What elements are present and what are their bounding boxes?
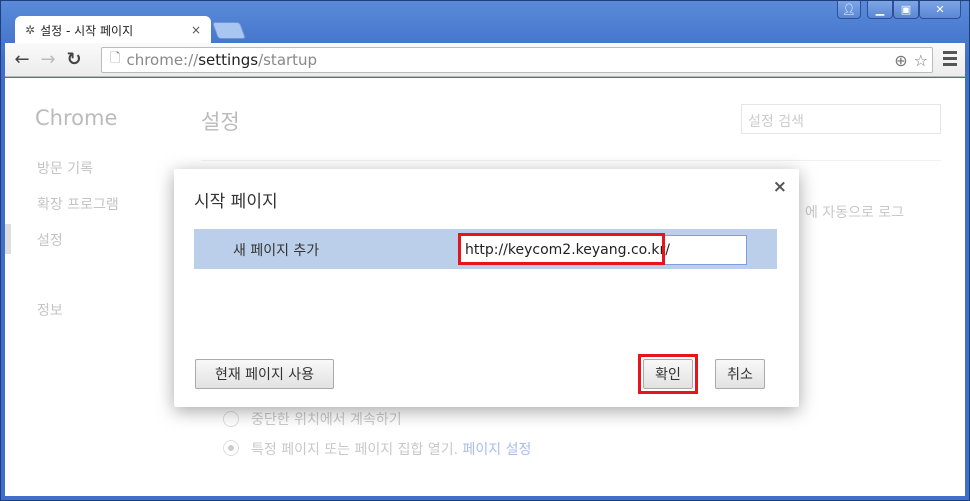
radio-continue-label: 중단한 위치에서 계속하기 (251, 412, 402, 428)
url-host: settings (198, 51, 259, 69)
dialog-title: 시작 페이지 (194, 192, 278, 212)
maximize-icon: ▣ (900, 3, 912, 16)
maximize-button[interactable]: ▣ (893, 1, 919, 19)
close-window-button[interactable]: ✕ (919, 1, 961, 19)
zoom-icon[interactable]: ⊕ (894, 51, 907, 70)
list-item[interactable]: 새 페이지 추가 http://keycom2.keyang.co.kr/ (194, 229, 777, 269)
profile-button[interactable]: 👤︎ (837, 1, 861, 19)
startup-pages-dialog: 시작 페이지 × 새 페이지 추가 http://keycom2.keyang.… (174, 169, 799, 407)
minimize-icon: ▁ (875, 3, 885, 16)
radio-continue[interactable] (223, 411, 239, 427)
new-page-url-input[interactable]: http://keycom2.keyang.co.kr/ (459, 235, 747, 265)
person-icon: 👤︎ (842, 3, 856, 16)
new-tab-button[interactable] (211, 22, 247, 39)
url-scheme: chrome:// (126, 51, 199, 69)
tab-settings[interactable]: ✲ 설정 - 시작 페이지 × (15, 16, 211, 44)
close-icon: ✕ (935, 3, 945, 16)
reload-icon[interactable]: ↻ (61, 49, 87, 70)
settings-search-input[interactable]: 설정 검색 (741, 104, 941, 134)
page-icon: 🗋 (110, 51, 121, 66)
sidebar-item-history[interactable]: 방문 기록 (37, 158, 93, 178)
add-page-label: 새 페이지 추가 (233, 243, 320, 259)
sidebar-item-about[interactable]: 정보 (37, 300, 63, 320)
partial-text: 에 자동으로 로그 (805, 205, 905, 221)
menu-icon[interactable] (943, 51, 957, 69)
back-icon[interactable]: ← (9, 49, 35, 70)
sidebar-item-settings[interactable]: 설정 (37, 230, 63, 250)
divider (201, 160, 941, 161)
address-bar[interactable]: 🗋 chrome://settings/startup ⊕ ☆ (101, 47, 933, 73)
sidebar-item-extensions[interactable]: 확장 프로그램 (37, 194, 119, 214)
toolbar: ← → ↻ 🗋 chrome://settings/startup ⊕ ☆ (5, 43, 965, 77)
set-pages-link[interactable]: 페이지 설정 (462, 442, 531, 458)
radio-specific-pages[interactable] (223, 440, 239, 456)
browser-window: 👤︎ ▁ ▣ ✕ ✲ 설정 - 시작 페이지 × ← → ↻ 🗋 chrome:… (0, 0, 970, 501)
star-icon[interactable]: ☆ (914, 51, 928, 70)
minimize-button[interactable]: ▁ (867, 1, 893, 19)
dialog-close-icon[interactable]: × (773, 177, 787, 197)
page-title: 설정 (201, 110, 240, 134)
tab-title: 설정 - 시작 페이지 (40, 23, 134, 38)
cancel-button[interactable]: 취소 (715, 359, 765, 389)
ok-button[interactable]: 확인 (643, 359, 693, 389)
window-controls: 👤︎ ▁ ▣ ✕ (837, 1, 961, 19)
radio-specific-pages-label: 특정 페이지 또는 페이지 집합 열기. (251, 442, 459, 458)
forward-icon[interactable]: → (35, 49, 61, 70)
gear-icon: ✲ (25, 23, 36, 37)
url-path: /startup (258, 51, 318, 69)
brand: Chrome (35, 106, 118, 130)
sidebar-selection-indicator (5, 224, 11, 254)
tab-close-icon[interactable]: × (191, 23, 201, 37)
use-current-pages-button[interactable]: 현재 페이지 사용 (195, 359, 334, 389)
